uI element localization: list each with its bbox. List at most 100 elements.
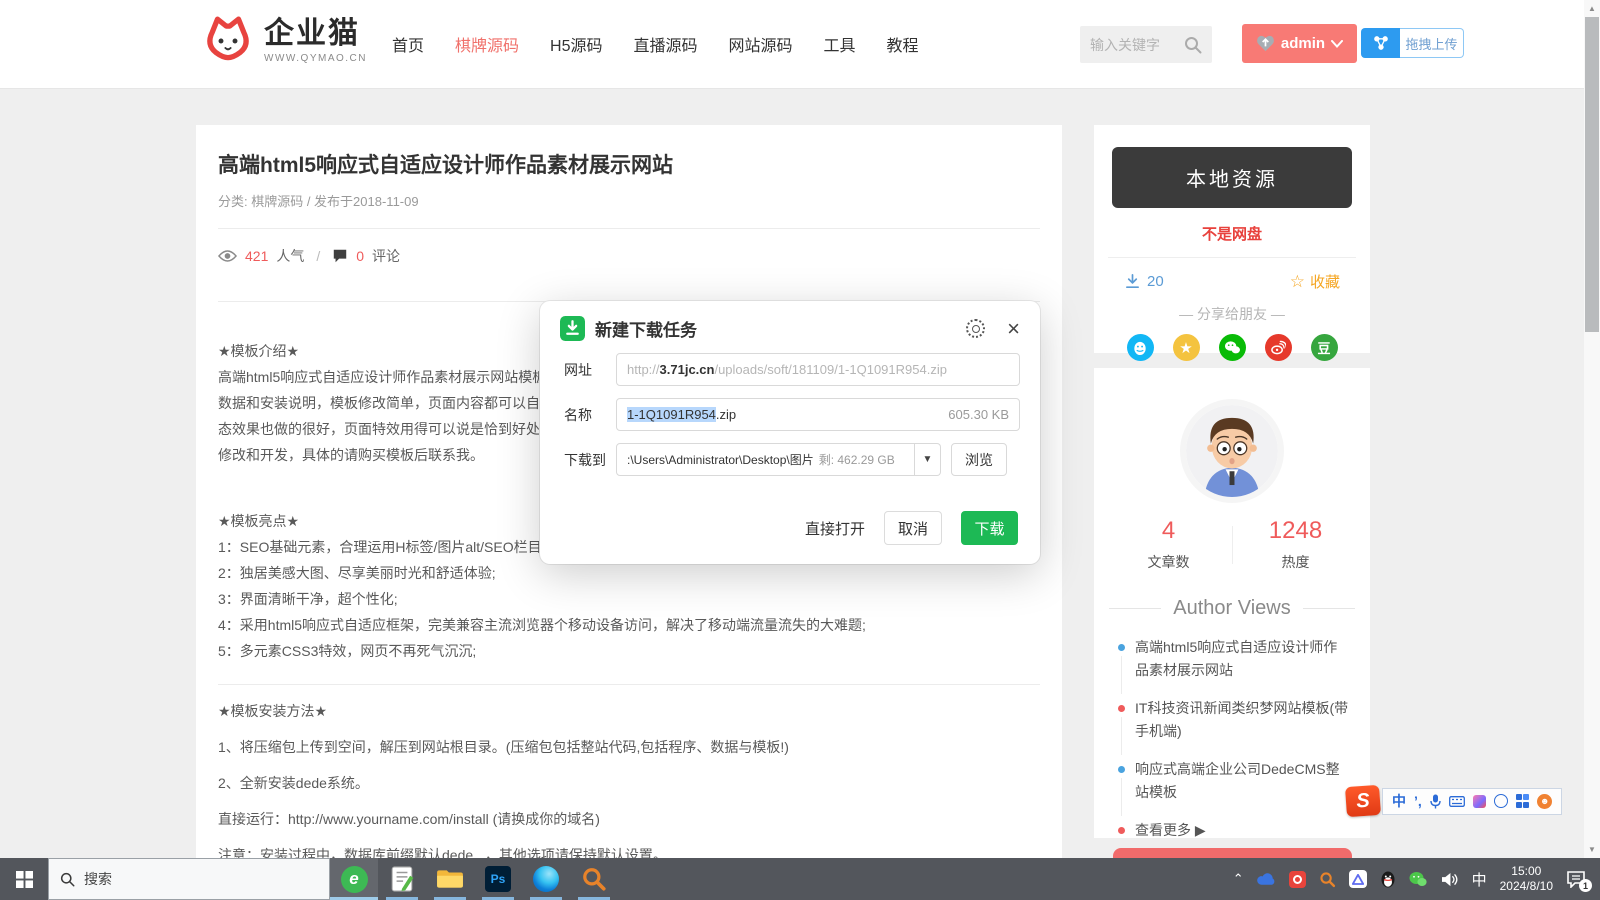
tray-app-icon[interactable] xyxy=(1349,870,1367,888)
favorite-button[interactable]: ☆ 收藏 xyxy=(1290,271,1340,292)
cat-logo-icon xyxy=(200,13,256,69)
ime-indicator[interactable]: 中 xyxy=(1472,869,1487,890)
chevron-down-icon xyxy=(1331,40,1343,48)
search-input[interactable] xyxy=(1090,37,1184,53)
page-title: 高端html5响应式自适应设计师作品素材展示网站 xyxy=(218,125,1040,179)
download-count-link[interactable]: 20 xyxy=(1124,273,1164,290)
ime-punctuation-icon[interactable]: ’, xyxy=(1414,793,1422,809)
article-text-line: ★模板安装方法★ xyxy=(218,693,1040,729)
nav-item[interactable]: 网站源码 xyxy=(729,32,793,56)
clock-time: 15:00 xyxy=(1511,864,1541,878)
taskbar-app-360-browser[interactable]: e xyxy=(330,858,378,900)
list-item[interactable]: 响应式高端企业公司DedeCMS整站模板 xyxy=(1118,758,1350,804)
url-field[interactable]: http://3.71jc.cn/uploads/soft/181109/1-1… xyxy=(616,353,1020,386)
filename-selected-text: 1-1Q1091R954 xyxy=(627,407,716,422)
ime-microphone-icon[interactable] xyxy=(1430,794,1441,809)
header-search-box[interactable] xyxy=(1080,26,1212,63)
tray-qq-icon[interactable] xyxy=(1380,870,1396,888)
free-space: 剩: 462.29 GB xyxy=(819,451,895,468)
share-qzone-icon[interactable]: ★ xyxy=(1173,334,1200,361)
articles-label: 文章数 xyxy=(1134,552,1204,572)
list-item[interactable]: IT科技资讯新闻类织梦网站模板(带手机端) xyxy=(1118,697,1350,743)
taskbar-search-box[interactable] xyxy=(48,858,330,900)
start-button[interactable] xyxy=(0,858,48,900)
photoshop-icon: Ps xyxy=(485,866,511,892)
360-browser-icon: e xyxy=(341,866,368,893)
logo-subtitle: WWW.QYMAO.CN xyxy=(264,53,367,64)
list-item[interactable]: 高端html5响应式自适应设计师作品素材展示网站 xyxy=(1118,636,1350,682)
share-qq-icon[interactable] xyxy=(1127,334,1154,361)
clock-date: 2024/8/10 xyxy=(1500,879,1553,893)
ime-toolbox-icon[interactable] xyxy=(1516,794,1530,808)
file-size: 605.30 KB xyxy=(940,407,1009,422)
share-weibo-icon[interactable] xyxy=(1265,334,1292,361)
cancel-button[interactable]: 取消 xyxy=(884,511,942,545)
destination-path: :\Users\Administrator\Desktop\图片 xyxy=(627,451,814,468)
ime-help-icon[interactable]: ☻ xyxy=(1537,794,1552,809)
volume-icon[interactable] xyxy=(1440,872,1459,887)
nav-item[interactable]: H5源码 xyxy=(550,32,602,56)
scrollbar-thumb[interactable] xyxy=(1585,17,1599,332)
scrollbar-down-arrow[interactable]: ▼ xyxy=(1584,845,1600,854)
divider xyxy=(218,684,1040,685)
taskbar-app-notepad[interactable] xyxy=(378,858,426,900)
views-label: 人气 xyxy=(276,246,304,266)
tray-expand-icon[interactable]: ⌃ xyxy=(1233,871,1244,887)
list-item-text: IT科技资讯新闻类织梦网站模板(带手机端) xyxy=(1135,700,1348,739)
ime-skin-icon[interactable] xyxy=(1473,795,1486,808)
list-item-text: 响应式高端企业公司DedeCMS整站模板 xyxy=(1135,761,1340,800)
download-button[interactable]: 下载 xyxy=(961,511,1018,545)
edge-icon xyxy=(533,866,559,892)
search-icon[interactable] xyxy=(1184,36,1202,54)
share-douban-icon[interactable]: 豆 xyxy=(1311,334,1338,361)
site-logo[interactable]: 企业猫 WWW.QYMAO.CN xyxy=(200,13,367,69)
destination-path-field[interactable]: :\Users\Administrator\Desktop\图片 剩: 462.… xyxy=(616,443,915,476)
list-item[interactable]: 查看更多 ▶ xyxy=(1118,819,1350,842)
name-label: 名称 xyxy=(564,405,616,425)
list-item-text: 高端html5响应式自适应设计师作品素材展示网站 xyxy=(1135,639,1337,678)
share-wechat-icon[interactable] xyxy=(1219,334,1246,361)
url-path: /uploads/soft/181109/1-1Q1091R954.zip xyxy=(714,362,946,377)
taskbar-app-edge[interactable] xyxy=(522,858,570,900)
admin-account-button[interactable]: admin xyxy=(1242,24,1357,63)
close-icon[interactable]: × xyxy=(1007,320,1020,338)
scrollbar-up-arrow[interactable]: ▲ xyxy=(1584,4,1600,13)
nav-item[interactable]: 直播源码 xyxy=(634,32,698,56)
filename-field[interactable]: 1-1Q1091R954.zip 605.30 KB xyxy=(616,398,1020,431)
nav-item[interactable]: 首页 xyxy=(392,32,424,56)
nav-item[interactable]: 工具 xyxy=(824,32,856,56)
author-stats: 4 文章数 1248 热度 xyxy=(1094,517,1370,572)
action-center-icon[interactable]: 1 xyxy=(1566,870,1586,888)
nav-item[interactable]: 棋牌源码 xyxy=(455,32,519,56)
tray-magnifier-icon[interactable] xyxy=(1319,871,1336,888)
local-resource-button[interactable]: 本地资源 xyxy=(1112,147,1352,208)
ime-chinese-mode-icon[interactable]: 中 xyxy=(1392,791,1406,811)
nav-item[interactable]: 教程 xyxy=(887,32,919,56)
bullet-icon xyxy=(1118,705,1125,712)
taskbar-app-file-explorer[interactable] xyxy=(426,858,474,900)
dialog-title: 新建下载任务 xyxy=(595,316,966,341)
search-icon xyxy=(60,872,75,887)
browse-button[interactable]: 浏览 xyxy=(951,443,1007,476)
author-avatar[interactable] xyxy=(1186,405,1278,497)
browser-scrollbar[interactable]: ▲ ▼ xyxy=(1584,0,1600,858)
taskbar-search-input[interactable] xyxy=(84,871,284,887)
tray-360-icon[interactable] xyxy=(1289,871,1306,888)
open-directly-button[interactable]: 直接打开 xyxy=(805,518,865,539)
tray-wechat-icon[interactable] xyxy=(1409,871,1427,887)
destination-dropdown-arrow[interactable]: ▼ xyxy=(915,443,941,476)
ime-emoji-icon[interactable] xyxy=(1494,794,1508,808)
tray-cloud-icon[interactable] xyxy=(1257,872,1276,886)
member-badge-icon xyxy=(1256,34,1275,53)
drag-upload-button[interactable]: 拖拽上传 xyxy=(1361,28,1464,58)
comment-icon xyxy=(332,248,348,264)
star-icon: ☆ xyxy=(1290,272,1305,292)
settings-gear-icon[interactable] xyxy=(966,319,985,338)
taskbar-clock[interactable]: 15:00 2024/8/10 xyxy=(1500,864,1553,894)
taskbar-app-photoshop[interactable]: Ps xyxy=(474,858,522,900)
local-resource-card: 本地资源 不是网盘 20 ☆ 收藏 — 分享给朋友 — ★ xyxy=(1094,125,1370,353)
sogou-logo-icon[interactable]: S xyxy=(1345,785,1381,817)
ime-keyboard-icon[interactable] xyxy=(1449,796,1465,807)
author-views-list: 高端html5响应式自适应设计师作品素材展示网站 IT科技资讯新闻类织梦网站模板… xyxy=(1094,636,1370,842)
taskbar-app-image-search[interactable] xyxy=(570,858,618,900)
